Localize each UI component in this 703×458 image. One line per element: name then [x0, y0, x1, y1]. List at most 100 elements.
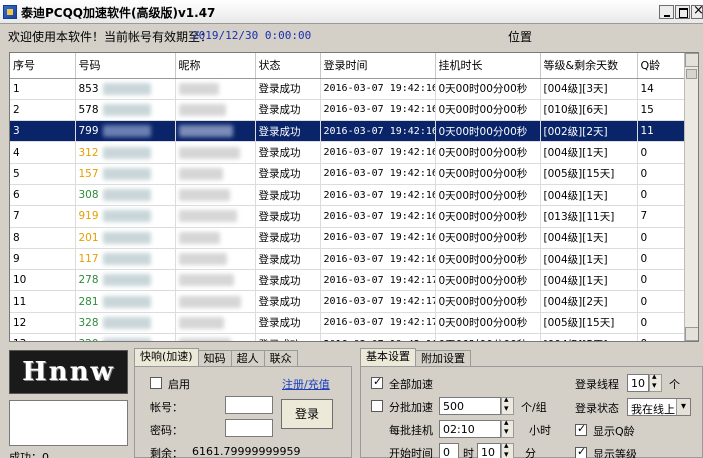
col-header[interactable]: 序号 [10, 53, 76, 79]
show-level-label: 显示等级 [593, 448, 637, 458]
scroll-thumb[interactable] [686, 69, 697, 79]
status-cell: 登录成功 [255, 99, 321, 122]
qage-cell: 0 [637, 141, 687, 164]
qq-number: 308 [75, 184, 176, 207]
maximize-icon[interactable] [675, 5, 690, 19]
col-header[interactable]: 挂机时长 [435, 53, 541, 79]
login-time-cell: 2016-03-07 19:42:16 [320, 120, 436, 143]
col-header[interactable]: Q龄 [637, 53, 687, 79]
login-button[interactable]: 登录 [281, 399, 333, 429]
remaining-value: 6161.79999999959 [192, 445, 301, 458]
position-label: 位置 [508, 30, 533, 44]
success-count: 成功：0 [9, 451, 49, 458]
qage-cell: 0 [637, 184, 687, 207]
threads-stepper[interactable] [649, 372, 662, 392]
expire-date: 2019/12/30 0:00:00 [192, 29, 312, 42]
row-number: 4 [10, 141, 76, 164]
password-input[interactable] [225, 419, 273, 437]
level-cell: [005级][15天] [540, 163, 638, 185]
register-link[interactable]: 注册/充值 [282, 376, 330, 392]
qage-cell: 0 [637, 163, 687, 185]
start-min-stepper[interactable] [501, 441, 514, 458]
enable-checkbox[interactable] [150, 377, 162, 389]
start-time-label: 开始时间 [389, 447, 433, 458]
level-cell: [013级][11天] [540, 205, 638, 228]
table-row[interactable]: 10 278 登录成功 2016-03-07 19:42:17 0天00时00分00秒[… [10, 269, 687, 292]
account-input[interactable] [225, 396, 273, 414]
table-row[interactable]: 9 117 登录成功 2016-03-07 19:42:16 0天00时00分00秒 [0… [10, 248, 687, 271]
all-accel-checkbox[interactable] [371, 375, 383, 389]
table-row[interactable]: 7 919 登录成功 2016-03-07 19:42:16 0天00时00分00秒 [0… [10, 205, 687, 228]
batch-size-input[interactable]: 500 [439, 397, 501, 415]
table-row[interactable]: 2 578 登录成功 2016-03-07 19:42:16 0天00时00分00秒 [0… [10, 99, 687, 122]
table-row[interactable]: 5 157 登录成功 2016-03-07 19:42:16 0天00时00分00秒 [0… [10, 163, 687, 185]
level-cell: [002级][2天] [540, 120, 638, 143]
scroll-up-icon[interactable] [685, 53, 698, 67]
tab-basic-settings[interactable]: 基本设置 [360, 348, 416, 366]
close-icon[interactable] [691, 3, 703, 19]
right-tabs: 基本设置 附加设置 [360, 348, 471, 366]
level-cell: [004级][1天] [540, 269, 638, 292]
show-level-checkbox[interactable] [575, 445, 587, 458]
table-row[interactable]: 8 201 登录成功 2016-03-07 19:42:16 0天00时00分00秒 [0… [10, 227, 687, 249]
per-batch-input[interactable]: 02:10 [439, 420, 501, 438]
batch-accel-checkbox[interactable] [371, 400, 383, 412]
col-header[interactable]: 状态 [255, 53, 321, 79]
level-cell: [004级][5天] [540, 333, 638, 341]
table-row[interactable]: 4 312 登录成功 2016-03-07 19:42:16 0天00时00分00秒 [0… [10, 141, 687, 164]
nickname-cell [175, 269, 256, 292]
table-row[interactable]: 12 328 登录成功 2016-03-07 19:42:17 0天00时00分00秒[… [10, 312, 687, 335]
redacted-nickname [178, 295, 241, 308]
start-min-input[interactable]: 10 [477, 443, 501, 458]
per-batch-stepper[interactable] [501, 418, 514, 438]
nickname-cell [175, 333, 256, 341]
login-status-select[interactable]: 我在线上 [627, 398, 691, 416]
redacted-qq [102, 338, 151, 341]
table-row[interactable]: 6 308 登录成功 2016-03-07 19:42:16 0天00时00分00秒 [0… [10, 184, 687, 207]
online-duration-cell: 0天00时00分00秒 [435, 205, 541, 228]
col-header[interactable]: 昵称 [175, 53, 256, 79]
qq-prefix: 578 [78, 103, 99, 116]
account-table[interactable]: 序号 号码 昵称 状态 登录时间 挂机时长 等级&剩余天数 Q龄 1 853 登录成… [9, 52, 699, 342]
qage-cell: 7 [637, 205, 687, 228]
qq-number: 157 [75, 163, 176, 185]
qq-number: 278 [75, 269, 176, 292]
tab-chaoren[interactable]: 超人 [230, 350, 265, 366]
table-row[interactable]: 1 853 登录成功 2016-03-07 19:42:16 0天00时00分00秒 [0… [10, 78, 687, 100]
col-header[interactable]: 号码 [75, 53, 176, 79]
login-time-cell: 2016-03-07 19:42:16 [320, 248, 436, 271]
qage-cell: 0 [637, 333, 687, 341]
col-header[interactable]: 等级&剩余天数 [540, 53, 638, 79]
redacted-nickname [178, 210, 237, 223]
tab-zhima[interactable]: 知码 [197, 350, 232, 366]
batch-unit: 个/组 [521, 401, 547, 414]
redacted-nickname [178, 82, 219, 95]
redacted-nickname [178, 103, 226, 116]
row-number: 7 [10, 205, 76, 228]
col-header[interactable]: 登录时间 [320, 53, 436, 79]
start-hour-input[interactable]: 0 [439, 443, 459, 458]
all-accel-label: 全部加速 [389, 378, 433, 391]
qq-number: 578 [75, 99, 176, 122]
row-number: 5 [10, 163, 76, 185]
row-number: 12 [10, 312, 76, 335]
tab-kuaixiang[interactable]: 快响(加速) [134, 348, 199, 366]
row-number: 2 [10, 99, 76, 122]
table-row[interactable]: 3 799 登录成功 2016-03-07 19:42:16 0天00时00分00秒 [0… [10, 120, 687, 143]
remaining-label: 剩余： [150, 447, 183, 458]
qage-cell: 0 [637, 312, 687, 335]
table-row[interactable]: 13320 登录成功2016-03-07 19:42:160天00时00分00秒[… [10, 333, 687, 341]
show-qage-checkbox[interactable] [575, 422, 587, 436]
tab-extra-settings[interactable]: 附加设置 [415, 350, 471, 366]
threads-input[interactable]: 10 [627, 374, 649, 392]
minimize-icon[interactable] [659, 5, 674, 19]
redacted-qq [102, 231, 151, 244]
min-unit: 分 [525, 447, 536, 458]
row-number: 9 [10, 248, 76, 271]
tab-lianzhong[interactable]: 联众 [263, 350, 298, 366]
table-row[interactable]: 11 281 登录成功 2016-03-07 19:42:17 0天00时00分00秒[… [10, 290, 687, 313]
nickname-cell [175, 99, 256, 122]
scroll-down-icon[interactable] [685, 327, 698, 341]
batch-size-stepper[interactable] [501, 395, 514, 415]
table-scrollbar[interactable] [684, 53, 698, 341]
